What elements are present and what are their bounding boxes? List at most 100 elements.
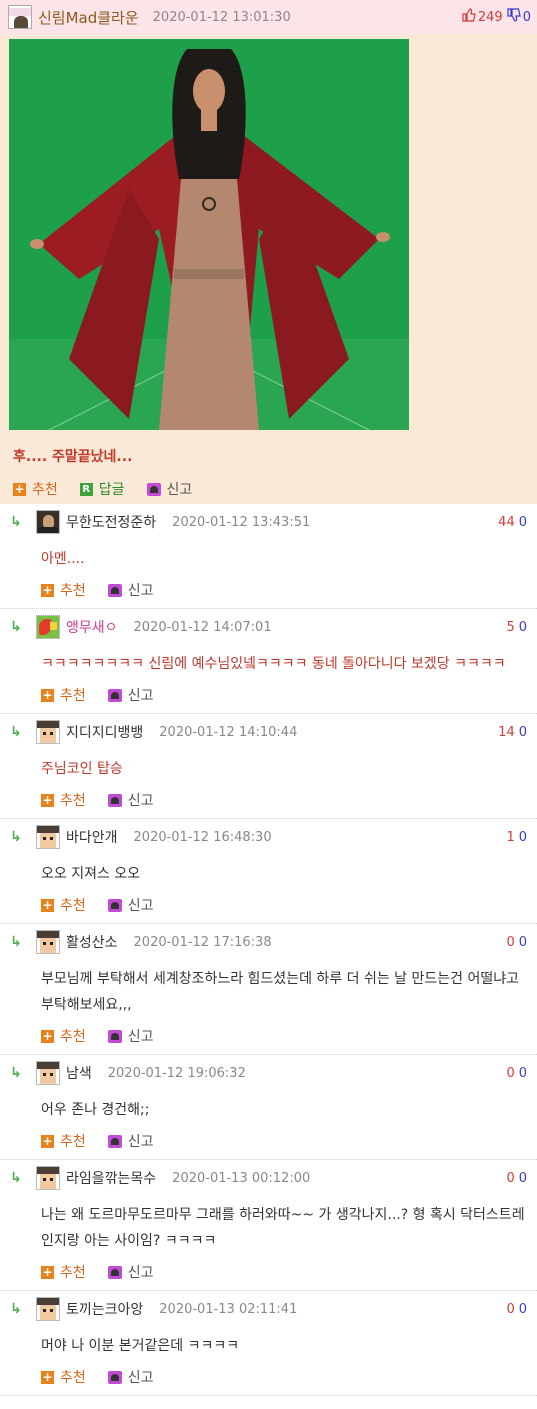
commenter-avatar[interactable] [36,720,60,744]
comment-report-button[interactable]: 신고 [107,1367,154,1387]
comment-list: ↳ 무한도전정준하 2020-01-12 13:43:51 44 0 아멘....… [0,504,537,1396]
comment-item: ↳ 앵무새ㅇ 2020-01-12 14:07:01 50 ㅋㅋㅋㅋㅋㅋㅋㅋ 신… [0,609,537,714]
comment-up-count[interactable]: 0 [506,1066,514,1081]
post-header: 신림Mad클라운 2020-01-12 13:01:30 249 0 [0,0,537,34]
comment-time: 2020-01-12 13:43:51 [172,514,311,530]
avatar-hair [37,1062,59,1069]
comment-recommend-button[interactable]: + 추천 [41,1262,86,1282]
comment-down-count[interactable]: 0 [519,620,527,635]
avatar-eye [50,1309,53,1312]
comment-recommend-button[interactable]: + 추천 [41,1367,86,1387]
plus-icon: + [41,1264,54,1279]
comment-recommend-button[interactable]: + 추천 [41,895,86,915]
thumbs-up-icon[interactable] [462,8,476,26]
comment-down-count[interactable]: 0 [519,1302,527,1317]
comment-recommend-button[interactable]: + 추천 [41,580,86,600]
commenter-name[interactable]: 앵무새ㅇ [66,617,118,637]
commenter-name[interactable]: 토끼는크아앙 [66,1299,143,1319]
report-button[interactable]: 신고 [146,479,192,499]
commenter-avatar[interactable] [36,1061,60,1085]
comment-report-button[interactable]: 신고 [107,580,154,600]
commenter-avatar[interactable] [36,510,60,534]
report-label: 신고 [127,583,154,599]
comment-header: ↳ 바다안개 2020-01-12 16:48:30 10 [10,819,527,855]
comment-time: 2020-01-12 19:06:32 [107,1065,246,1081]
commenter-name[interactable]: 활성산소 [66,932,118,952]
commenter-name[interactable]: 무한도전정준하 [66,512,156,532]
comment-item: ↳ 활성산소 2020-01-12 17:16:38 00 부모님께 부탁해서 … [0,924,537,1055]
post-photo[interactable] [9,39,409,430]
comment-report-button[interactable]: 신고 [107,685,154,705]
commenter-avatar[interactable] [36,930,60,954]
avatar-eye [43,837,46,840]
post-down-count: 0 [522,9,531,25]
avatar-face [40,728,56,743]
recommend-button[interactable]: + 추천 [13,479,58,499]
comment-votes: 50 [506,620,527,635]
comment-up-count[interactable]: 44 [498,515,515,530]
siren-icon [107,1029,122,1043]
comment-text: 아멘.... [41,551,85,567]
comment-header: ↳ 지디지디뱅뱅 2020-01-12 14:10:44 14 0 [10,714,527,750]
commenter-avatar[interactable] [36,825,60,849]
comment-report-button[interactable]: 신고 [107,1262,154,1282]
comment-report-button[interactable]: 신고 [107,790,154,810]
reply-label: 답글 [98,482,125,498]
author-avatar[interactable] [8,5,32,29]
commenter-name[interactable]: 남색 [66,1063,92,1083]
commenter-avatar[interactable] [36,1166,60,1190]
comment-header: ↳ 무한도전정준하 2020-01-12 13:43:51 44 0 [10,504,527,540]
avatar-face [40,1174,56,1189]
comment-down-count[interactable]: 0 [519,1171,527,1186]
comment-report-button[interactable]: 신고 [107,895,154,915]
thumbs-down-icon[interactable] [507,8,521,26]
commenter-name[interactable]: 지디지디뱅뱅 [66,722,143,742]
avatar-eye [50,942,53,945]
comment-down-count[interactable]: 0 [519,515,527,530]
plus-icon: + [41,582,54,597]
comment-actions: + 추천 신고 [10,677,527,713]
recommend-label: 추천 [60,793,86,809]
avatar-hair [37,931,59,938]
comment-up-count[interactable]: 1 [506,830,514,845]
comment-up-count[interactable]: 0 [506,1171,514,1186]
comment-recommend-button[interactable]: + 추천 [41,1026,86,1046]
post-author[interactable]: 신림Mad클라운 [38,7,139,28]
commenter-avatar[interactable] [36,1297,60,1321]
report-label: 신고 [127,898,154,914]
comment-up-count[interactable]: 14 [498,725,515,740]
comment-recommend-button[interactable]: + 추천 [41,1131,86,1151]
siren-icon [107,1265,122,1279]
comment-votes: 00 [506,1302,527,1317]
comment-votes: 14 0 [498,725,527,740]
comment-down-count[interactable]: 0 [519,830,527,845]
comment-time: 2020-01-13 02:11:41 [159,1301,298,1317]
comment-up-count[interactable]: 5 [506,620,514,635]
comment-up-count[interactable]: 0 [506,1302,514,1317]
reply-button[interactable]: R 답글 [79,479,125,499]
comment-recommend-button[interactable]: + 추천 [41,685,86,705]
post-text: 후.... 주말끝났네... [13,449,133,465]
recommend-label: 추천 [60,1265,86,1281]
comment-time: 2020-01-12 14:07:01 [133,619,272,635]
comment-up-count[interactable]: 0 [506,935,514,950]
avatar-hair [37,721,59,728]
comment-down-count[interactable]: 0 [519,725,527,740]
reply-arrow-icon: ↳ [10,934,22,950]
commenter-avatar[interactable] [36,615,60,639]
commenter-name[interactable]: 바다안개 [66,827,118,847]
recommend-label: 추천 [60,1134,86,1150]
comment-down-count[interactable]: 0 [519,1066,527,1081]
comment-recommend-button[interactable]: + 추천 [41,790,86,810]
plus-icon: + [41,1028,54,1043]
reply-arrow-icon: ↳ [10,1301,22,1317]
comment-time: 2020-01-13 00:12:00 [172,1170,311,1186]
comment-report-button[interactable]: 신고 [107,1026,154,1046]
recommend-label: 추천 [60,583,86,599]
comment-down-count[interactable]: 0 [519,935,527,950]
comment-report-button[interactable]: 신고 [107,1131,154,1151]
comment-header: ↳ 활성산소 2020-01-12 17:16:38 00 [10,924,527,960]
comment-actions: + 추천 신고 [10,572,527,608]
commenter-name[interactable]: 라임을깎는목수 [66,1168,156,1188]
siren-icon [107,688,122,702]
